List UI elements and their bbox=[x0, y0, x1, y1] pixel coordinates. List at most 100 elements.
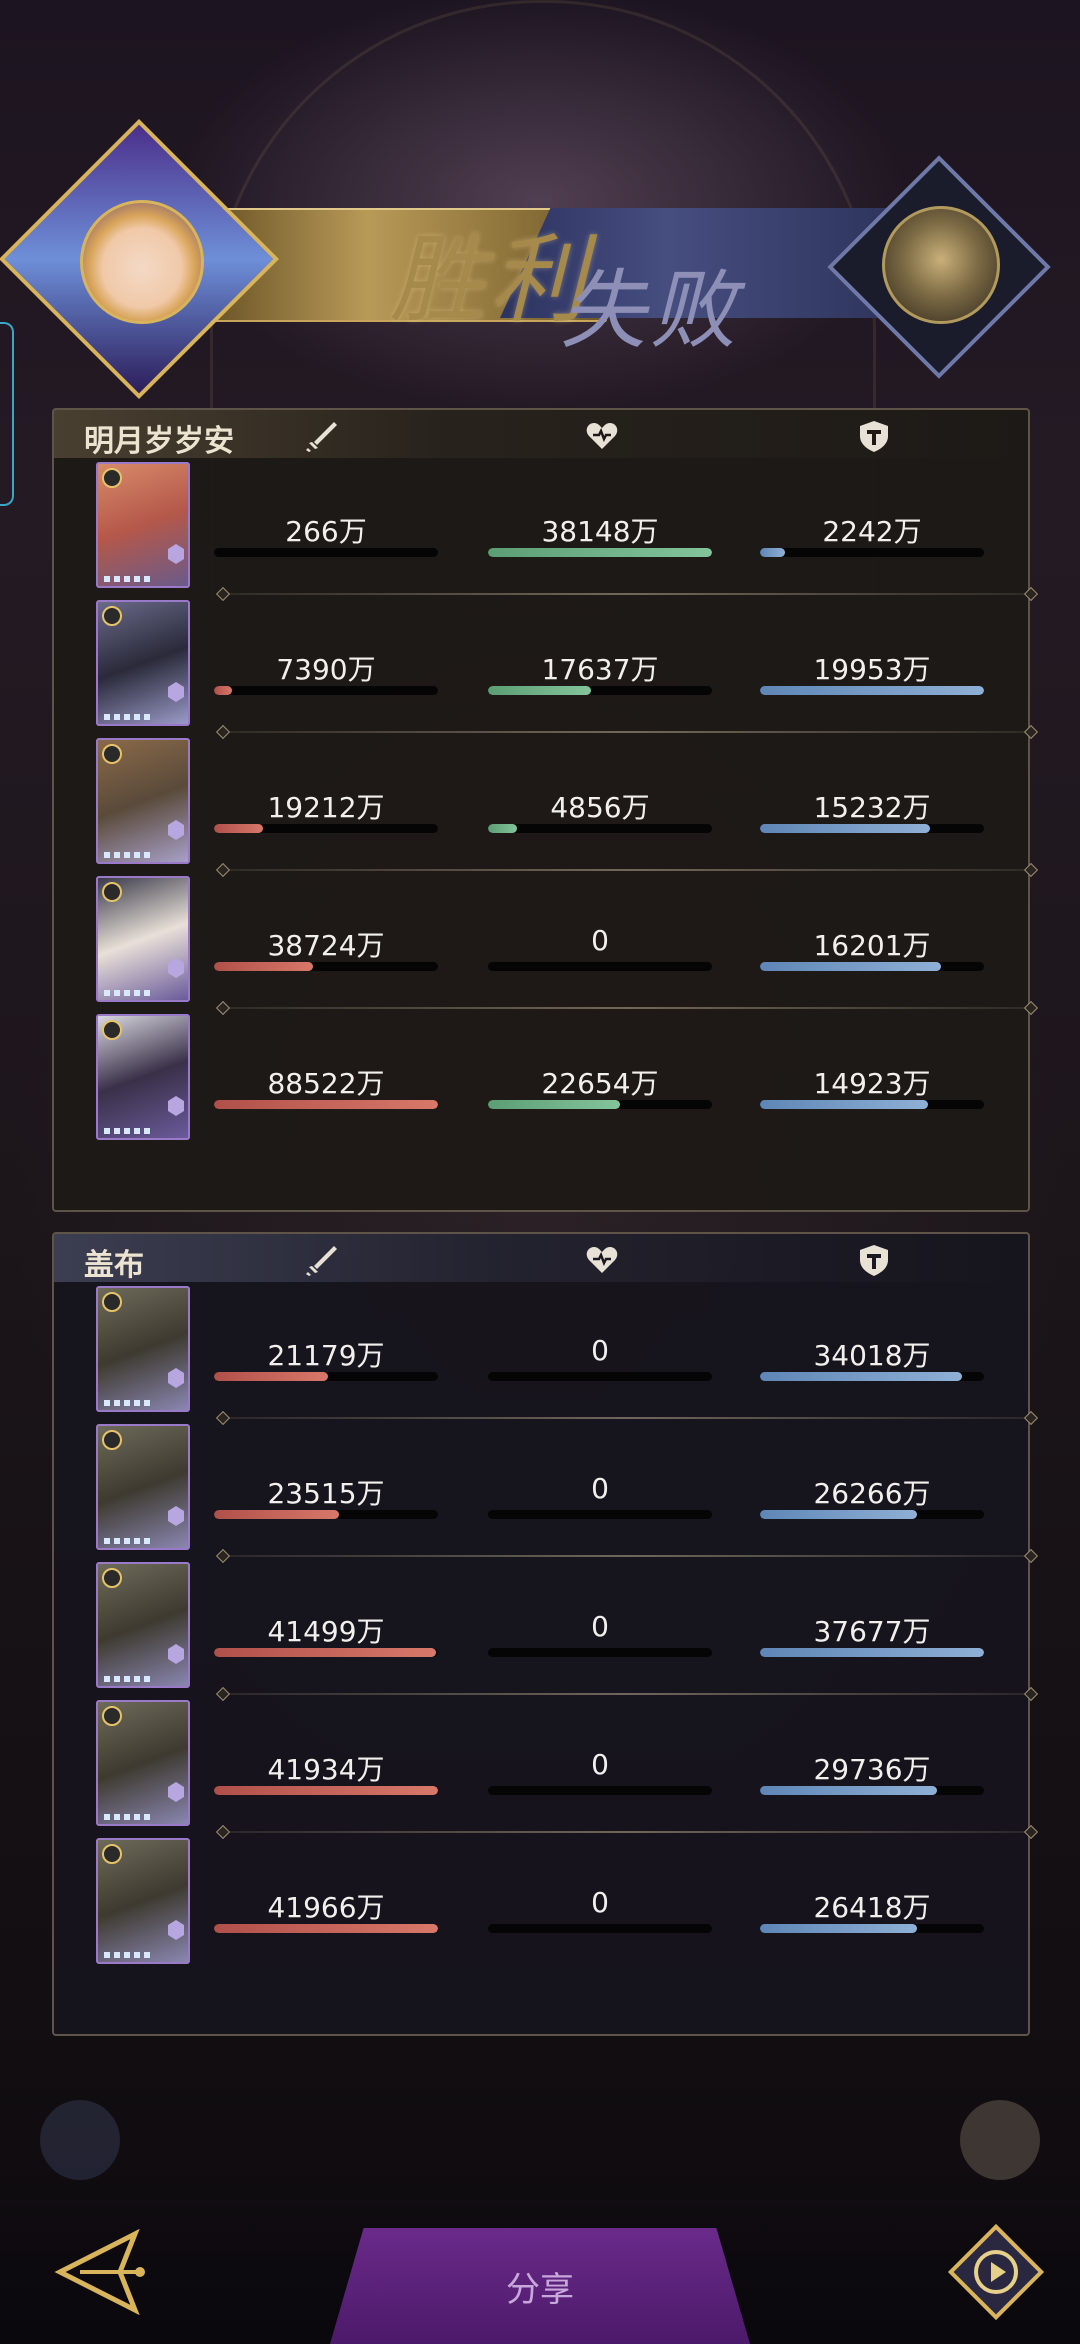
healing-bar bbox=[488, 1786, 712, 1795]
row-divider bbox=[222, 1831, 1032, 1833]
star-badge-icon bbox=[102, 1292, 122, 1312]
healing-stat: 0 bbox=[488, 1748, 712, 1798]
hero-stat-row: 266万 38148万 2242万 bbox=[54, 458, 1032, 596]
damage-taken-value: 19953万 bbox=[813, 653, 931, 686]
rank-badge-icon bbox=[168, 820, 184, 840]
damage-value: 41499万 bbox=[267, 1615, 385, 1648]
star-pips bbox=[104, 852, 154, 858]
replay-icon[interactable] bbox=[946, 2222, 1046, 2322]
hero-stat-row: 23515万 0 26266万 bbox=[54, 1420, 1032, 1558]
row-divider bbox=[222, 1555, 1032, 1557]
damage-taken-bar bbox=[760, 1786, 984, 1795]
team-name: 盖布 bbox=[84, 1248, 144, 1283]
damage-taken-stat: 16201万 bbox=[760, 924, 984, 974]
panel-header: 盖布 bbox=[54, 1234, 1026, 1283]
hero-portrait-card[interactable] bbox=[96, 876, 190, 1002]
damage-bar-fill bbox=[214, 686, 232, 695]
damage-bar-fill bbox=[214, 1648, 436, 1657]
damage-taken-value: 16201万 bbox=[813, 929, 931, 962]
rank-badge-icon bbox=[168, 1368, 184, 1388]
star-badge-icon bbox=[102, 1844, 122, 1864]
rank-badge-icon bbox=[168, 544, 184, 564]
damage-taken-stat: 34018万 bbox=[760, 1334, 984, 1384]
damage-bar bbox=[214, 824, 438, 833]
shield-icon bbox=[856, 1242, 892, 1278]
star-pips bbox=[104, 990, 154, 996]
star-badge-icon bbox=[102, 744, 122, 764]
damage-taken-stat: 14923万 bbox=[760, 1062, 984, 1112]
star-pips bbox=[104, 576, 154, 582]
hero-portrait-card[interactable] bbox=[96, 600, 190, 726]
hero-portrait-card[interactable] bbox=[96, 1014, 190, 1140]
damage-bar bbox=[214, 962, 438, 971]
healing-stat: 22654万 bbox=[488, 1062, 712, 1112]
hero-stat-row: 88522万 22654万 14923万 bbox=[54, 1010, 1026, 1148]
back-arrow-icon[interactable] bbox=[40, 2222, 160, 2322]
rank-badge-icon bbox=[168, 1506, 184, 1526]
damage-stat: 19212万 bbox=[214, 786, 438, 836]
hero-portrait-card[interactable] bbox=[96, 1700, 190, 1826]
healing-bar-fill bbox=[488, 1100, 620, 1109]
hero-portrait-card[interactable] bbox=[96, 1838, 190, 1964]
star-badge-icon bbox=[102, 1706, 122, 1726]
defeat-player-avatar[interactable] bbox=[882, 206, 1000, 324]
result-banner: 胜利 失败 bbox=[0, 118, 1060, 400]
hero-stat-row: 41934万 0 29736万 bbox=[54, 1696, 1032, 1834]
damage-stat: 88522万 bbox=[214, 1062, 438, 1112]
damage-bar-fill bbox=[214, 1100, 438, 1109]
side-tab-indicator[interactable] bbox=[0, 322, 14, 506]
damage-taken-stat: 26418万 bbox=[760, 1886, 984, 1936]
damage-bar bbox=[214, 1648, 438, 1657]
damage-taken-bar-fill bbox=[760, 1510, 917, 1519]
healing-value: 17637万 bbox=[541, 653, 659, 686]
share-button[interactable]: 分享 bbox=[330, 2228, 750, 2344]
damage-taken-value: 26266万 bbox=[813, 1477, 931, 1510]
healing-stat: 0 bbox=[488, 1886, 712, 1936]
damage-bar-fill bbox=[214, 824, 263, 833]
damage-stat: 7390万 bbox=[214, 648, 438, 698]
damage-taken-bar-fill bbox=[760, 1648, 984, 1657]
row-divider bbox=[222, 1007, 1032, 1009]
healing-bar bbox=[488, 824, 712, 833]
healing-bar bbox=[488, 686, 712, 695]
healing-stat: 0 bbox=[488, 924, 712, 974]
damage-taken-bar bbox=[760, 686, 984, 695]
star-pips bbox=[104, 1538, 154, 1544]
healing-bar-fill bbox=[488, 548, 712, 557]
healing-value: 0 bbox=[591, 1748, 609, 1781]
healing-stat: 0 bbox=[488, 1472, 712, 1522]
damage-bar bbox=[214, 548, 438, 557]
damage-taken-bar-fill bbox=[760, 1786, 937, 1795]
damage-value: 21179万 bbox=[267, 1339, 385, 1372]
damage-bar-fill bbox=[214, 1786, 438, 1795]
damage-stat: 41499万 bbox=[214, 1610, 438, 1660]
damage-taken-stat: 26266万 bbox=[760, 1472, 984, 1522]
victory-player-avatar[interactable] bbox=[80, 200, 204, 324]
healing-bar bbox=[488, 962, 712, 971]
damage-taken-bar bbox=[760, 962, 984, 971]
damage-bar bbox=[214, 1510, 438, 1519]
damage-taken-value: 34018万 bbox=[813, 1339, 931, 1372]
hero-portrait-card[interactable] bbox=[96, 1424, 190, 1550]
hero-portrait-card[interactable] bbox=[96, 738, 190, 864]
healing-value: 22654万 bbox=[541, 1067, 659, 1100]
defeat-team-panel: 盖布 21179万 0 34018万 23515万 0 26266万 41499万 0 3767… bbox=[52, 1232, 1032, 2036]
star-badge-icon bbox=[102, 882, 122, 902]
damage-taken-bar bbox=[760, 824, 984, 833]
damage-taken-bar-fill bbox=[760, 1924, 917, 1933]
hero-portrait-card[interactable] bbox=[96, 462, 190, 588]
rank-badge-icon bbox=[168, 1920, 184, 1940]
heart-icon bbox=[584, 1242, 620, 1278]
star-pips bbox=[104, 1952, 154, 1958]
damage-bar bbox=[214, 1100, 438, 1109]
healing-bar bbox=[488, 1100, 712, 1109]
damage-bar bbox=[214, 1372, 438, 1381]
hero-portrait-card[interactable] bbox=[96, 1286, 190, 1412]
hero-portrait-card[interactable] bbox=[96, 1562, 190, 1688]
healing-bar bbox=[488, 1648, 712, 1657]
defeat-label: 失败 bbox=[560, 261, 740, 361]
share-label: 分享 bbox=[506, 2269, 574, 2310]
healing-value: 0 bbox=[591, 1334, 609, 1367]
damage-taken-stat: 19953万 bbox=[760, 648, 984, 698]
damage-taken-bar-fill bbox=[760, 824, 930, 833]
